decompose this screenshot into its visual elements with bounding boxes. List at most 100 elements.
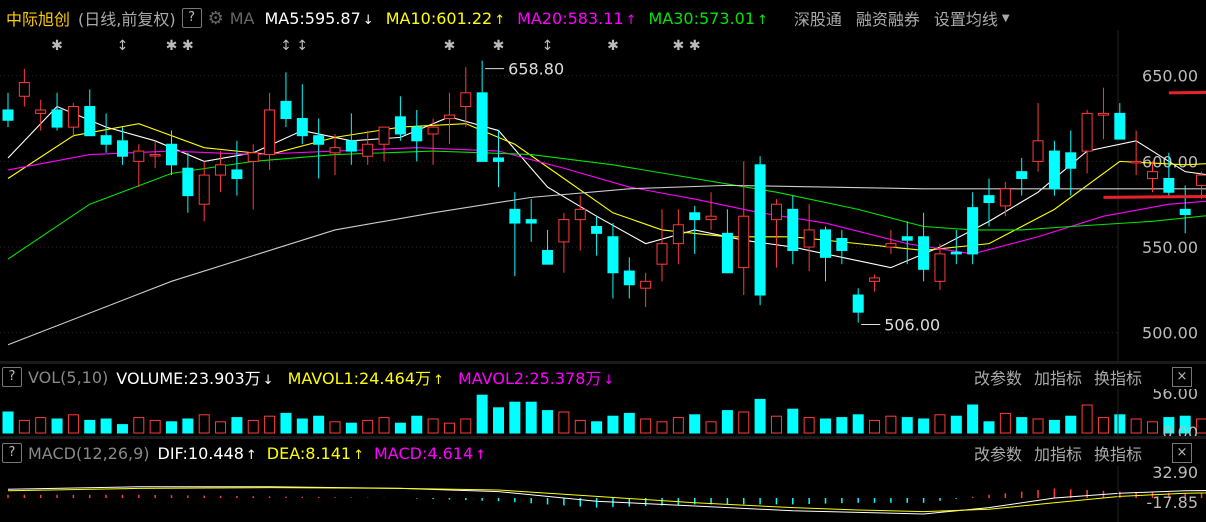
- event-marker: ✱: [166, 38, 178, 54]
- macd-dif-line: [7, 486, 1206, 515]
- volume-bar: [1114, 414, 1126, 434]
- header-link-2[interactable]: 设置均线: [934, 10, 998, 29]
- volume-bar: [411, 415, 423, 434]
- candle-body: [787, 208, 799, 251]
- macd-chart[interactable]: 32.90 -17.85: [0, 466, 1206, 522]
- header-link-1[interactable]: 融资融券: [856, 10, 920, 29]
- volume-bar: [231, 417, 243, 434]
- volume-bar: [754, 398, 766, 434]
- candle-body: [2, 109, 14, 121]
- candle-body: [852, 294, 864, 313]
- volume-bar: [869, 419, 881, 434]
- volume-bar: [983, 421, 995, 434]
- volume-header: ? VOL(5,10) VOLUME:23.903万 ↓ MAVOL1:24.464…: [0, 362, 1206, 392]
- gear-icon[interactable]: ⚙: [208, 8, 224, 29]
- candle-body: [836, 237, 848, 251]
- volume-bar: [623, 412, 635, 434]
- header-link-0[interactable]: 深股通: [794, 10, 842, 29]
- candle-body: [427, 126, 439, 135]
- event-marker: ✱: [51, 38, 63, 54]
- volume-tick-label: 0.00: [1162, 423, 1198, 436]
- candle-body: [640, 280, 652, 289]
- volume-bar: [820, 418, 831, 434]
- candle-body: [476, 92, 488, 162]
- chevron-down-icon[interactable]: ▼: [1002, 13, 1010, 24]
- volume-close-button[interactable]: ×: [1172, 367, 1192, 387]
- volume-link-0[interactable]: 改参数: [974, 369, 1022, 388]
- candle-body: [460, 92, 472, 108]
- trendline: [1103, 195, 1206, 199]
- macd-help-button[interactable]: ?: [2, 443, 22, 463]
- candle-body: [18, 82, 30, 97]
- macd-close-button[interactable]: ×: [1172, 443, 1192, 463]
- volume-chart[interactable]: 56.00 0.00: [0, 389, 1206, 436]
- candle-body: [198, 174, 210, 205]
- vol-item-text: MAVOL2:25.378万: [457, 369, 602, 388]
- volume-link-2[interactable]: 换指标: [1094, 369, 1142, 388]
- candle-body: [656, 243, 668, 265]
- help-button[interactable]: ?: [181, 8, 202, 28]
- period-label: (日线,前复权): [78, 10, 176, 29]
- macd-legend: DIF:10.448 ↑ DEA:8.141 ↑ MACD:4.614 ↑: [158, 444, 497, 463]
- event-marker: ✱: [493, 38, 505, 54]
- ma-item-text: MA5:595.87: [264, 8, 361, 28]
- volume-bar: [787, 408, 799, 434]
- volume-bar: [689, 414, 701, 434]
- ma-item-text: MA30:573.01: [648, 8, 755, 28]
- candle-body: [770, 203, 782, 221]
- vol-item-2: MAVOL2:25.378万 ↓: [458, 369, 614, 388]
- macd-link-1[interactable]: 加指标: [1034, 445, 1082, 464]
- macd-link-0[interactable]: 改参数: [974, 445, 1022, 464]
- candle-body: [493, 157, 504, 162]
- candle-body: [264, 109, 276, 156]
- event-marker: ↕: [542, 38, 554, 54]
- candle-body: [182, 167, 194, 197]
- macd-title: MACD(12,26,9): [28, 443, 150, 463]
- volume-bar: [296, 418, 308, 434]
- volume-bar: [607, 415, 619, 434]
- ma-item-arrow: ↑: [756, 12, 768, 28]
- volume-bar: [313, 415, 325, 434]
- volume-bar: [1048, 419, 1060, 434]
- volume-bar: [721, 410, 733, 434]
- volume-bar: [280, 412, 292, 434]
- macd-tick-label: 32.90: [1152, 466, 1198, 482]
- candle-body: [100, 135, 112, 145]
- event-marker: ↕: [296, 38, 308, 54]
- volume-bar: [51, 418, 63, 434]
- macd-link-2[interactable]: 换指标: [1094, 445, 1142, 464]
- candle-body: [149, 154, 161, 157]
- volume-link-1[interactable]: 加指标: [1034, 369, 1082, 388]
- volume-bar: [247, 419, 259, 434]
- vol-item-1: MAVOL1:24.464万 ↑: [288, 369, 444, 388]
- candle-body: [1016, 171, 1028, 180]
- candle-body: [345, 140, 357, 152]
- event-marker: ✱: [607, 38, 619, 54]
- volume-bar: [116, 424, 128, 434]
- ma-item-text: MA10:601.22: [385, 8, 493, 28]
- volume-bar: [476, 394, 488, 434]
- candle-body: [820, 229, 831, 258]
- volume-bar: [836, 417, 848, 434]
- ma-item-0: MA5:595.87 ↓: [264, 9, 373, 28]
- event-marker: ✱: [444, 38, 456, 54]
- volume-help-button[interactable]: ?: [2, 367, 22, 387]
- candle-body: [607, 236, 619, 274]
- stock-name[interactable]: 中际旭创: [6, 6, 70, 30]
- volume-bar: [542, 410, 554, 434]
- candle-body: [247, 152, 259, 162]
- candlestick-chart[interactable]: 650.00600.00550.00500.00✱ ↕ ✱ ✱ ↕ ↕ ✱ ✱ ↕ ✱ ✱ ✱658.…: [0, 30, 1206, 363]
- macd-tick-label: -17.85: [1146, 493, 1198, 512]
- volume-bar: [133, 417, 145, 434]
- y-tick-label: 500.00: [1142, 324, 1198, 343]
- candle-body: [754, 164, 766, 296]
- candle-body: [67, 106, 79, 128]
- candle-body: [934, 253, 946, 282]
- candle-body: [803, 229, 815, 248]
- candle-body: [574, 208, 586, 221]
- volume-bar: [198, 414, 210, 434]
- y-tick-label: 650.00: [1142, 67, 1198, 86]
- candle-body: [1114, 112, 1126, 140]
- event-marker: ✱: [672, 38, 684, 54]
- candle-body: [231, 169, 243, 180]
